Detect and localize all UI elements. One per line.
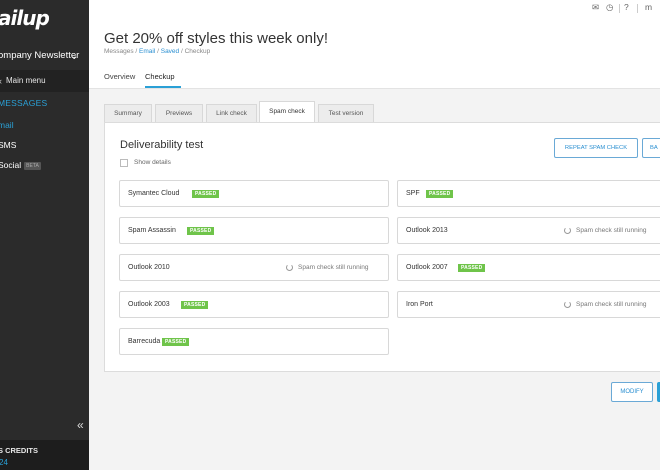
passed-badge: PASSED <box>458 264 486 272</box>
chevron-left-icon: ‹ <box>0 76 2 86</box>
main-menu-button[interactable]: ‹ Main menu <box>0 70 89 92</box>
user-menu[interactable]: m <box>645 2 652 12</box>
passed-badge: PASSED <box>181 301 209 309</box>
spam-result-card: Symantec Cloud PASSED <box>119 180 389 207</box>
credits-title: S CREDITS <box>0 446 39 455</box>
messages-heading: MESSAGES <box>0 98 48 108</box>
spam-result-card: Spam Assassin PASSED <box>119 217 389 244</box>
divider <box>619 4 620 13</box>
secondary-button[interactable]: BA <box>642 138 660 158</box>
tab-overview[interactable]: Overview <box>104 72 135 81</box>
running-status: Spam check still running <box>576 227 647 234</box>
spam-result-card: Outlook 2010 Spam check still running <box>119 254 389 281</box>
sidebar: ailup ompany Newsletter ⌄ ‹ Main menu ME… <box>0 0 89 470</box>
tab-link-check[interactable]: Link check <box>206 104 257 123</box>
chevron-down-icon: ⌄ <box>70 51 79 62</box>
passed-badge: PASSED <box>192 190 220 198</box>
sidebar-item-label: mail <box>0 120 14 130</box>
passed-badge: PASSED <box>426 190 454 198</box>
tab-spam-check[interactable]: Spam check <box>259 101 315 124</box>
spam-result-card: Outlook 2007 PASSED <box>397 254 660 281</box>
filter-name: Symantec Cloud <box>128 190 180 197</box>
running-status: Spam check still running <box>298 264 369 271</box>
main-menu-label: Main menu <box>6 76 46 85</box>
spinner-icon <box>564 227 571 234</box>
breadcrumb-saved[interactable]: Saved <box>161 48 179 55</box>
filter-name: Barrecuda <box>128 338 161 345</box>
sidebar-item-label: SMS <box>0 140 17 150</box>
show-details-label[interactable]: Show details <box>134 159 171 166</box>
account-selector[interactable]: ompany Newsletter ⌄ <box>0 50 80 62</box>
spinner-icon <box>286 264 293 271</box>
show-details-checkbox[interactable] <box>120 159 128 167</box>
mail-icon[interactable]: ✉ <box>592 2 599 13</box>
filter-name: SPF <box>406 190 420 197</box>
topbar: ✉ ◷ ? m <box>590 2 660 16</box>
breadcrumb-email[interactable]: Email <box>139 48 155 55</box>
running-status: Spam check still running <box>576 301 647 308</box>
filter-name: Outlook 2003 <box>128 301 170 308</box>
modify-button[interactable]: MODIFY <box>611 382 653 402</box>
filter-name: Outlook 2010 <box>128 264 170 271</box>
filter-name: Outlook 2007 <box>406 264 448 271</box>
spam-result-card: Outlook 2003 PASSED <box>119 291 389 318</box>
repeat-spam-check-button[interactable]: REPEAT SPAM CHECK <box>554 138 638 158</box>
logo[interactable]: ailup <box>0 6 50 30</box>
collapse-sidebar-icon[interactable]: « <box>77 418 84 432</box>
credits-panel: S CREDITS 24 <box>0 440 89 470</box>
filter-name: Iron Port <box>406 301 433 308</box>
tab-previews[interactable]: Previews <box>155 104 203 123</box>
sidebar-item-email[interactable]: mail <box>0 120 14 130</box>
spam-result-card: Barrecuda PASSED <box>119 328 389 355</box>
filter-name: Outlook 2013 <box>406 227 448 234</box>
sidebar-item-sms[interactable]: SMS <box>0 140 16 150</box>
tab-checkup[interactable]: Checkup <box>145 72 175 81</box>
tab-summary[interactable]: Summary <box>104 104 152 123</box>
spam-result-card: Outlook 2013 Spam check still running <box>397 217 660 244</box>
spam-result-card: SPF PASSED <box>397 180 660 207</box>
spam-check-panel: Deliverability test Show details REPEAT … <box>104 122 660 372</box>
passed-badge: PASSED <box>162 338 190 346</box>
sidebar-item-label: Social <box>0 160 22 170</box>
spinner-icon <box>564 301 571 308</box>
beta-badge: BETA <box>24 161 41 170</box>
filter-name: Spam Assassin <box>128 227 176 234</box>
divider <box>637 4 638 13</box>
bell-icon[interactable]: ◷ <box>606 2 613 13</box>
account-name: ompany Newsletter <box>0 50 80 61</box>
passed-badge: PASSED <box>187 227 215 235</box>
spam-result-card: Iron Port Spam check still running <box>397 291 660 318</box>
credits-value: 24 <box>0 458 8 467</box>
tab-test-version[interactable]: Test version <box>318 104 374 123</box>
help-icon[interactable]: ? <box>624 2 629 12</box>
breadcrumb: Messages / Email / Saved / Checkup <box>104 48 210 55</box>
breadcrumb-messages[interactable]: Messages <box>104 48 134 55</box>
breadcrumb-current: Checkup <box>184 48 211 55</box>
page-title: Get 20% off styles this week only! <box>104 30 328 47</box>
sidebar-item-social[interactable]: Social BETA <box>0 160 41 170</box>
panel-title: Deliverability test <box>120 139 204 151</box>
